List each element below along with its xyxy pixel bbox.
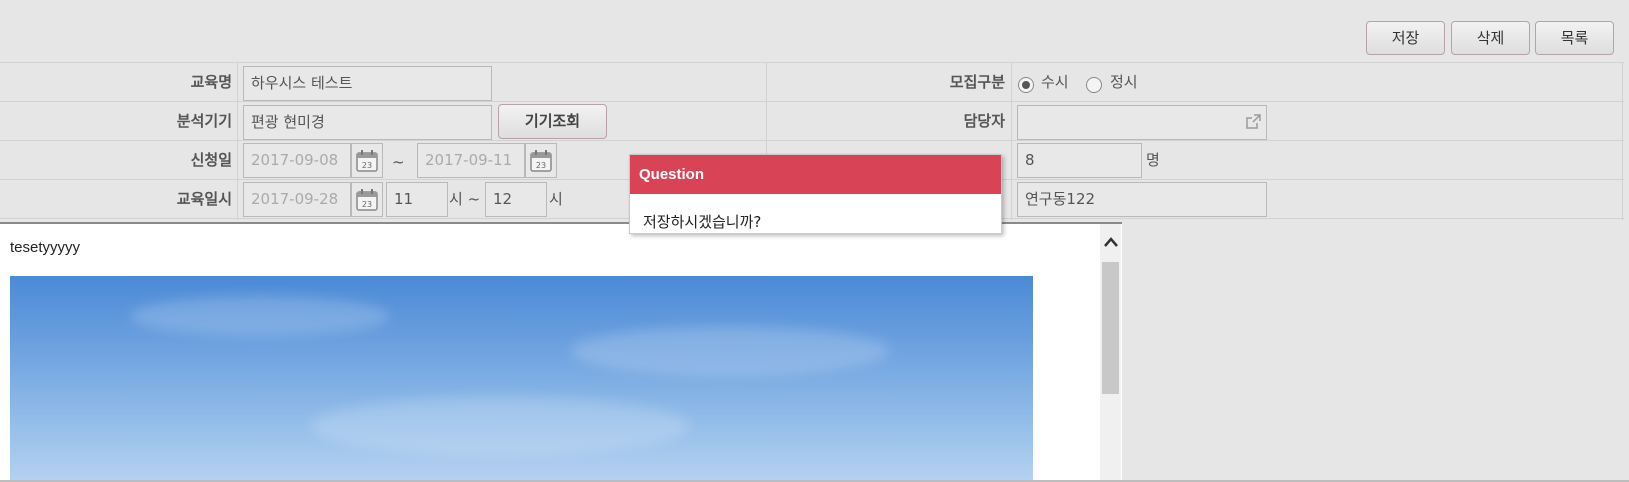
calendar-icon[interactable]: 23	[351, 143, 383, 178]
svg-text:23: 23	[362, 161, 372, 170]
delete-button[interactable]: 삭제	[1451, 21, 1530, 55]
external-link-icon[interactable]	[1244, 113, 1262, 135]
recruit-option-occasional: 수시	[1041, 73, 1069, 91]
manager-label: 담당자	[963, 112, 1005, 130]
device-input[interactable]: 편광 현미경	[243, 105, 492, 140]
editor-scrollbar[interactable]	[1100, 224, 1121, 482]
hour-range-separator: 시 ~	[449, 190, 481, 208]
scroll-thumb[interactable]	[1102, 262, 1119, 394]
end-hour-unit: 시	[549, 190, 563, 208]
edu-date-input[interactable]: 2017-09-28	[243, 182, 351, 217]
course-name-label: 교육명	[190, 73, 232, 91]
location-input[interactable]: 연구동122	[1017, 182, 1267, 217]
recruit-radio-occasional[interactable]	[1018, 77, 1034, 93]
apply-start-input[interactable]: 2017-09-08	[243, 143, 351, 178]
edu-start-hour-input[interactable]: 11	[386, 182, 448, 217]
edu-datetime-label: 교육일시	[176, 190, 232, 208]
question-dialog: Question 저장하시겠습니까?	[629, 154, 1002, 234]
list-button[interactable]: 목록	[1535, 21, 1614, 55]
recruit-option-regular: 정시	[1110, 73, 1138, 91]
sky-image	[10, 276, 1033, 482]
recruit-type-label: 모집구분	[949, 73, 1005, 91]
calendar-icon[interactable]: 23	[351, 182, 383, 217]
svg-text:23: 23	[536, 161, 546, 170]
device-label: 분석기기	[176, 112, 232, 130]
chevron-up-icon[interactable]	[1102, 232, 1119, 252]
device-lookup-button[interactable]: 기기조회	[498, 104, 607, 139]
apply-date-label: 신청일	[190, 151, 232, 169]
recruit-radio-regular[interactable]	[1086, 77, 1102, 93]
manager-input[interactable]	[1017, 105, 1267, 140]
form-divider	[1011, 62, 1012, 220]
dialog-message: 저장하시겠습니까?	[643, 213, 762, 231]
edu-end-hour-input[interactable]: 12	[485, 182, 547, 217]
apply-end-input[interactable]: 2017-09-11	[417, 143, 525, 178]
svg-text:23: 23	[362, 200, 372, 209]
content-editor[interactable]: tesetyyyyy	[0, 222, 1122, 482]
count-input[interactable]: 8	[1017, 143, 1142, 178]
course-name-input[interactable]: 하우시스 테스트	[243, 66, 492, 101]
apply-tilde: ~	[392, 153, 405, 171]
form-divider	[237, 62, 238, 220]
count-unit: 명	[1146, 151, 1160, 169]
dialog-title: Question	[630, 155, 1001, 194]
calendar-icon[interactable]: 23	[525, 143, 557, 178]
editor-text: tesetyyyyy	[10, 239, 81, 256]
form-divider	[1622, 62, 1623, 220]
save-button[interactable]: 저장	[1366, 21, 1445, 55]
